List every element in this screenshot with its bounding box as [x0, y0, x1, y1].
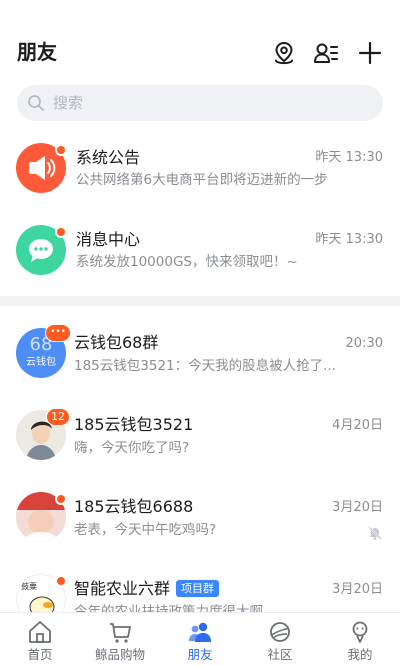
mute-bell-icon [368, 526, 382, 540]
planet-icon [270, 622, 290, 642]
bottom-tab-bar: 首页 鲸品购物 朋友 社区 我的 [0, 612, 400, 666]
item-preview: 公共网络第6大电商平台即将迈进新的一步 [76, 172, 328, 188]
chat-preview: 嗨，今天你吃了吗? [74, 440, 190, 456]
user-avatar [16, 492, 67, 542]
chat-name: 185云钱包3521 [74, 415, 194, 434]
list-item-announcement[interactable]: 系统公告 公共网络第6大电商平台即将迈进新的一步 昨天 13:30 [0, 129, 400, 211]
unread-dot [55, 144, 67, 156]
add-icon[interactable] [357, 40, 383, 66]
chat-time: 4月20日 [332, 418, 383, 433]
item-title: 消息中心 [76, 230, 141, 249]
tab-label: 朋友 [187, 647, 213, 662]
tab-label: 首页 [27, 647, 53, 662]
search-bar[interactable] [17, 85, 383, 121]
chat-preview: 185云钱包3521：今天我的股息被人抢了... [74, 358, 336, 374]
tab-label: 我的 [347, 647, 373, 662]
project-group-tag: 项目群 [176, 580, 220, 597]
item-title: 系统公告 [76, 148, 141, 167]
section-divider [0, 296, 400, 306]
list-item-chat[interactable]: 185云钱包6688 老表，今天中午吃鸡吗? 3月20日 [0, 477, 400, 559]
unread-dot [55, 575, 67, 587]
chat-time: 3月20日 [332, 500, 383, 515]
tab-friends[interactable]: 朋友 [160, 613, 240, 666]
list-item-message-center[interactable]: 消息中心 系统发放10000GS，快来领取吧！~ 昨天 13:30 [0, 211, 400, 293]
chat-preview: 老表，今天中午吃鸡吗? [74, 522, 217, 538]
unread-count-badge: 12 [46, 408, 70, 426]
location-icon[interactable] [271, 40, 297, 66]
profile-icon [352, 621, 368, 643]
more-badge: ••• [45, 324, 71, 342]
item-time: 昨天 13:30 [315, 232, 383, 247]
chat-name: 云钱包68群 [74, 333, 159, 352]
list-item-chat[interactable]: 鼓粟 智能农业六群 项目群 今年的农业扶持政策力度很大啊 3月20日 [0, 559, 400, 612]
chat-time: 3月20日 [332, 582, 383, 597]
unread-dot [55, 226, 67, 238]
group-avatar: 鼓粟 [16, 574, 67, 612]
chat-name: 185云钱包6688 [74, 497, 194, 516]
user-avatar: 12 [16, 408, 70, 460]
home-icon [29, 621, 51, 643]
tab-profile[interactable]: 我的 [320, 613, 400, 666]
message-center-avatar [16, 225, 67, 275]
item-preview: 系统发放10000GS，快来领取吧！~ [76, 254, 298, 270]
tab-home[interactable]: 首页 [0, 613, 80, 666]
chat-name: 智能农业六群 项目群 [74, 579, 220, 599]
announcement-avatar [16, 143, 67, 193]
friends-icon [189, 622, 211, 642]
list-item-chat[interactable]: 68 云钱包 ••• 云钱包68群 185云钱包3521：今天我的股息被人抢了.… [0, 313, 400, 395]
item-time: 昨天 13:30 [315, 150, 383, 165]
contacts-icon[interactable] [313, 40, 339, 66]
unread-dot [55, 493, 67, 505]
avatar-caption: 云钱包 [26, 357, 56, 368]
tab-label: 社区 [267, 647, 293, 662]
tab-label: 鲸品购物 [94, 647, 145, 662]
tab-shopping[interactable]: 鲸品购物 [80, 613, 160, 666]
chat-preview: 今年的农业扶持政策力度很大啊 [74, 604, 263, 612]
page-title: 朋友 [17, 40, 57, 64]
search-input[interactable] [53, 85, 373, 121]
tab-community[interactable]: 社区 [240, 613, 320, 666]
avatar-caption: 鼓粟 [21, 582, 37, 591]
group-avatar: 68 云钱包 ••• [16, 324, 71, 378]
chat-name-text: 智能农业六群 [74, 579, 171, 598]
cart-icon [110, 623, 131, 643]
header: 朋友 [0, 0, 400, 80]
chat-time: 20:30 [345, 336, 383, 351]
list-item-chat[interactable]: 12 185云钱包3521 嗨，今天你吃了吗? 4月20日 [0, 395, 400, 477]
search-icon [28, 95, 44, 111]
